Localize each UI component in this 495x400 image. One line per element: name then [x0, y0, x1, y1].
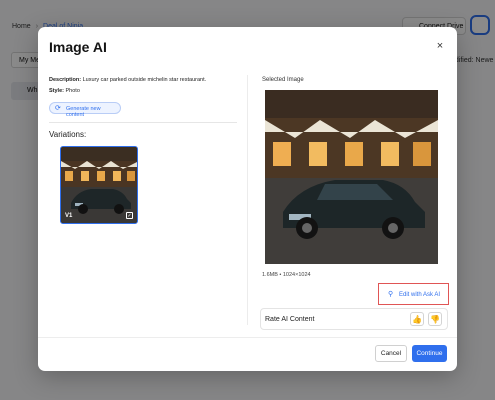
selected-image-info: 1.6MB • 1024×1024 — [262, 272, 311, 278]
edit-with-ask-ai-button[interactable]: ⚲ Edit with Ask AI — [378, 283, 449, 305]
close-icon[interactable]: × — [433, 39, 447, 53]
style-row: Style: Photo — [49, 88, 80, 94]
selected-image-title: Selected Image — [262, 77, 304, 83]
image-ai-modal: Image AI × Description: Luxury car parke… — [38, 27, 457, 371]
continue-button[interactable]: Continue — [412, 345, 447, 362]
thumbs-down-icon[interactable]: 👎 — [428, 312, 442, 326]
cancel-button[interactable]: Cancel — [375, 345, 407, 362]
edit-label: Edit with Ask AI — [399, 292, 441, 298]
generate-new-content-button[interactable]: ⟳ Generate new content — [49, 102, 121, 118]
description-label: Description: — [49, 77, 82, 83]
variation-thumbnail[interactable]: V1 ✓ — [60, 146, 138, 224]
style-value: Photo — [65, 88, 80, 94]
magic-wand-icon: ⚲ — [388, 291, 394, 298]
column-divider — [247, 75, 248, 325]
variation-label: V1 — [65, 213, 73, 219]
rate-label: Rate AI Content — [265, 316, 315, 323]
description-row: Description: Luxury car parked outside m… — [49, 77, 206, 83]
rate-ai-content-panel: Rate AI Content 👍 👎 — [260, 308, 448, 330]
generate-label: Generate new content — [66, 106, 101, 118]
modal-title: Image AI — [49, 39, 107, 55]
description-value: Luxury car parked outside michelin star … — [82, 77, 207, 83]
selected-image — [265, 90, 438, 264]
check-icon[interactable]: ✓ — [126, 212, 133, 219]
style-label: Style: — [49, 88, 64, 94]
variations-title: Variations: — [49, 130, 87, 139]
footer-divider — [38, 337, 457, 338]
thumbs-up-icon[interactable]: 👍 — [410, 312, 424, 326]
refresh-icon: ⟳ — [55, 105, 61, 112]
car-photo — [265, 90, 438, 264]
divider — [49, 122, 237, 123]
